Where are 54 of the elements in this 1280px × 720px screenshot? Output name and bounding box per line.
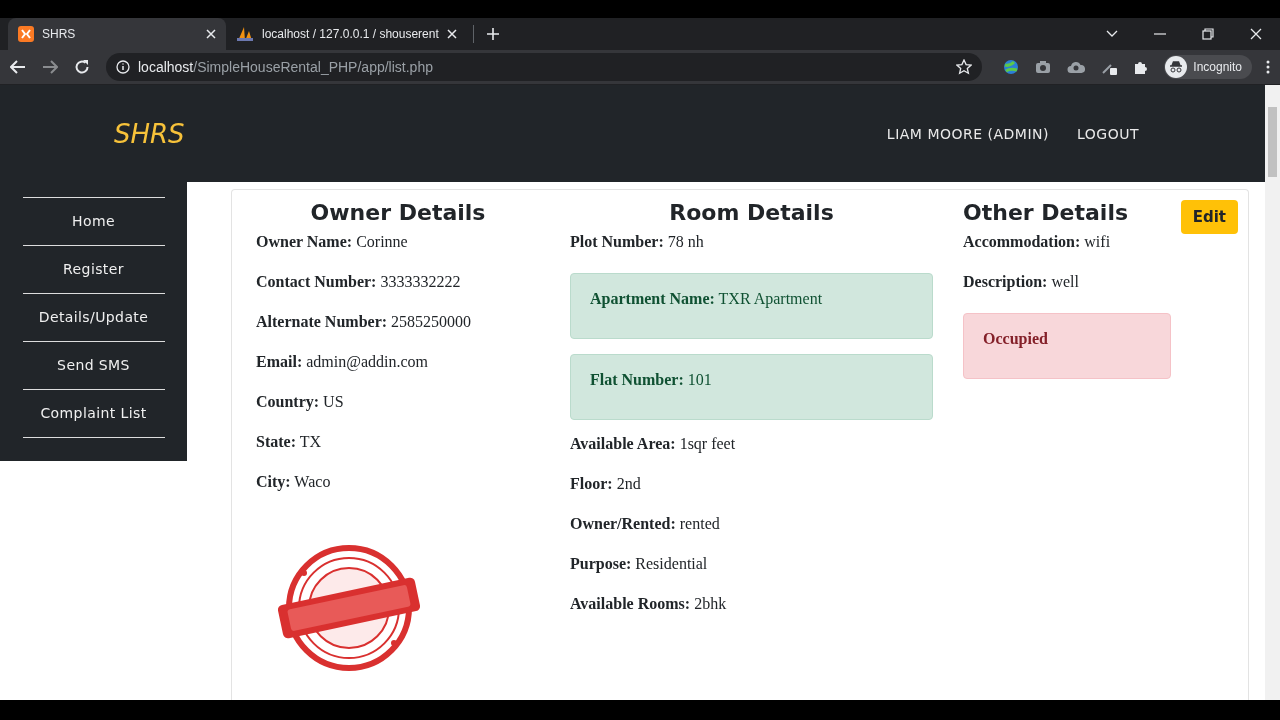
browser-tab[interactable]: SHRS [8,18,226,50]
reload-icon[interactable] [74,59,90,75]
close-icon[interactable] [446,29,457,39]
detail-text: State: TX [256,433,323,451]
incognito-icon [1165,56,1188,78]
sidebar-item[interactable]: Register [22,245,165,293]
detail-text: Floor: 2nd [570,475,642,493]
sail-icon [236,26,254,42]
detail-text: Country: US [256,393,345,411]
success-alert: Apartment Name: TXR Apartment [570,273,933,339]
nav-link[interactable]: LOGOUT [1077,125,1139,142]
cloud-icon[interactable] [1067,60,1086,74]
nav-link[interactable]: LIAM MOORE (ADMIN) [886,125,1049,142]
detail-text: Alternate Number: 2585250000 [256,313,473,331]
detail-text: Available Rooms: 2bhk [570,595,728,613]
detail-text: Accommodation: wifi [963,233,1112,251]
detail-text: Available Area: 1sqr feet [570,435,737,453]
danger-alert: Occupied [963,313,1171,379]
sidebar-item[interactable]: Details/Update [22,293,165,341]
sidebar-item[interactable]: Send SMS [22,341,165,389]
globe-icon[interactable] [1003,59,1020,75]
tab-favicon-icon [18,26,34,42]
detail-text: Description: well [963,273,1080,291]
more-menu-icon[interactable] [1266,60,1270,74]
chevron-down-icon[interactable] [1106,30,1118,38]
edit-button[interactable]: Edit [1180,200,1238,234]
brand-link[interactable]: SHRS [114,118,185,149]
section-heading: Owner Details [309,200,487,225]
puzzle-icon[interactable] [1133,59,1150,75]
section-heading: Other Details [963,200,1130,225]
info-icon [116,60,130,74]
profile-button[interactable]: Incognito [1164,55,1252,79]
address-bar[interactable]: localhost/SimpleHouseRental_PHP/app/list.php [106,53,983,81]
plus-icon[interactable] [485,27,500,41]
close-icon[interactable] [1250,28,1262,40]
back-arrow-icon[interactable] [10,60,26,74]
sidebar-item[interactable]: Complaint List [22,389,165,438]
section-heading: Room Details [668,200,835,225]
forward-arrow-icon[interactable] [42,60,58,74]
close-icon[interactable] [206,29,216,39]
sidebar-item[interactable]: Home [22,197,165,245]
detail-text: Purpose: Residential [570,555,709,573]
browser-tab[interactable]: localhost / 127.0.0.1 / shouserent [226,18,467,50]
detail-text: Owner/Rented: rented [570,515,721,533]
detail-text: Contact Number: 3333332222 [256,273,462,291]
restore-icon[interactable] [1202,28,1214,40]
detail-text: Owner Name: Corinne [256,233,409,251]
detail-text: Plot Number: 78 nh [570,233,705,251]
detail-text: City: Waco [256,473,332,491]
success-alert: Flat Number: 101 [570,354,933,420]
scrollbar[interactable] [1265,85,1280,700]
camera-icon[interactable] [1035,60,1052,74]
detail-text: Email: admin@addin.com [256,353,430,371]
star-icon[interactable] [956,59,973,75]
